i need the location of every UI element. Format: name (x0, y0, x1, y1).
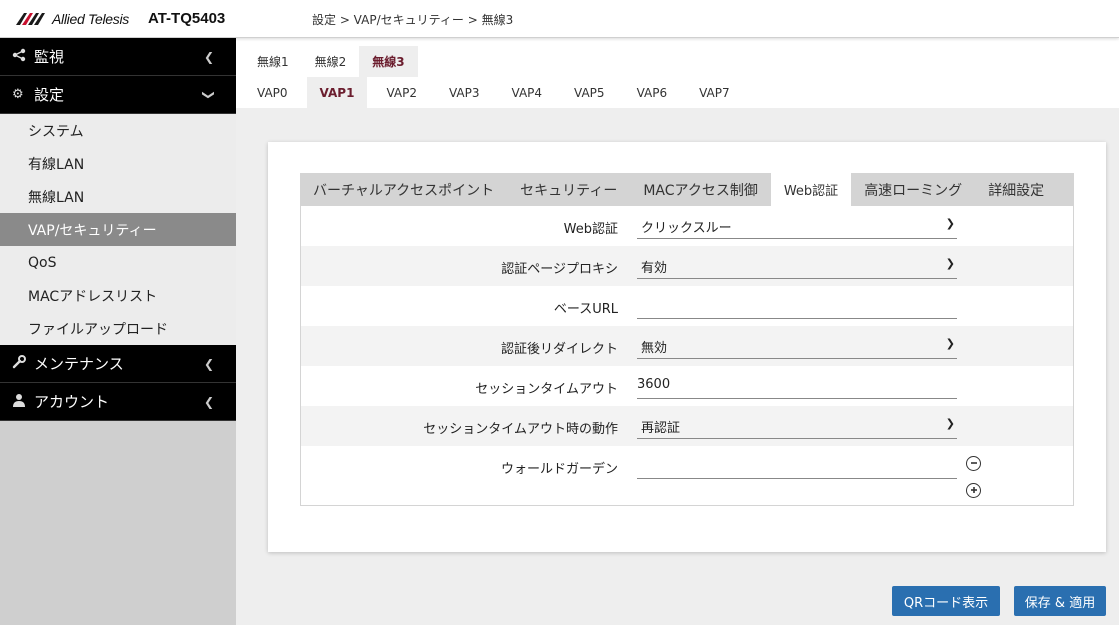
tab-radio2[interactable]: 無線2 (302, 46, 360, 77)
sidebar-group-maintenance[interactable]: メンテナンス ❮ (0, 345, 236, 383)
base-url-input[interactable] (637, 292, 957, 319)
tab-vap5[interactable]: VAP5 (561, 77, 618, 108)
tab-vap3[interactable]: VAP3 (436, 77, 493, 108)
tab-virtual-access-point[interactable]: バーチャルアクセスポイント (300, 173, 507, 206)
sidebar-item-system[interactable]: システム (0, 114, 236, 147)
add-entry-button[interactable] (966, 483, 981, 498)
web-auth-form: Web認証 クリックスルー ❯ 認証ページプロキシ 有効 ❯ ベースURL 認証… (300, 206, 1074, 506)
qr-code-button[interactable]: QRコード表示 (892, 586, 1000, 616)
wrench-icon (12, 354, 30, 373)
proxy-select[interactable]: 有効 ❯ (637, 252, 957, 279)
sidebar-group-settings[interactable]: ⚙ 設定 ❮ (0, 76, 236, 114)
radio-tabs: 無線1 無線2 無線3 (244, 46, 418, 77)
chevron-left-icon: ❮ (203, 357, 214, 371)
walled-garden-input[interactable] (637, 452, 957, 479)
brand-name: Allied Telesis (52, 11, 129, 27)
breadcrumb: 設定 > VAP/セキュリティー > 無線3 (312, 13, 514, 27)
chevron-down-icon: ❯ (945, 417, 955, 430)
form-row-proxy: 認証ページプロキシ 有効 ❯ (301, 246, 1073, 286)
walled-garden-label: ウォールドガーデン (500, 462, 618, 477)
tab-radio1[interactable]: 無線1 (244, 46, 302, 77)
plus-icon (970, 487, 977, 493)
proxy-label: 認証ページプロキシ (501, 262, 618, 277)
sidebar-item-qos[interactable]: QoS (0, 246, 236, 279)
redirect-select[interactable]: 無効 ❯ (637, 332, 957, 359)
save-apply-button[interactable]: 保存 & 適用 (1014, 586, 1106, 616)
form-row-session-timeout: セッションタイムアウト 3600 (301, 366, 1073, 406)
tab-vap1[interactable]: VAP1 (306, 77, 368, 108)
sub-tabs: バーチャルアクセスポイント セキュリティー MACアクセス制御 Web認証 高速… (300, 173, 1074, 206)
minus-icon (970, 462, 977, 464)
chevron-left-icon: ❮ (203, 395, 214, 409)
chevron-down-icon: ❮ (199, 89, 214, 101)
sidebar-group-label: 監視 (34, 48, 65, 66)
form-row-web-auth: Web認証 クリックスルー ❯ (301, 206, 1073, 246)
base-url-label: ベースURL (553, 302, 618, 317)
web-auth-select[interactable]: クリックスルー ❯ (637, 212, 957, 239)
tab-vap2[interactable]: VAP2 (373, 77, 430, 108)
sidebar: 監視 ❮ ⚙ 設定 ❮ システム 有線LAN 無線LAN VAP/セキュリティー… (0, 38, 236, 625)
form-row-timeout-action: セッションタイムアウト時の動作 再認証 ❯ (301, 406, 1073, 446)
redirect-label: 認証後リダイレクト (500, 342, 618, 357)
device-model: AT-TQ5403 (148, 10, 226, 27)
redirect-value: 無効 (641, 341, 668, 356)
timeout-action-value: 再認証 (641, 421, 681, 436)
sidebar-item-vap-security[interactable]: VAP/セキュリティー (0, 213, 236, 246)
vap-tabs: VAP0 VAP1 VAP2 VAP3 VAP4 VAP5 VAP6 VAP7 (244, 77, 749, 108)
chevron-down-icon: ❯ (945, 257, 955, 270)
share-icon (12, 48, 30, 66)
sidebar-item-mac-address-list[interactable]: MACアドレスリスト (0, 279, 236, 312)
web-auth-label: Web認証 (563, 222, 618, 237)
brand-logo-icon (16, 13, 45, 25)
sidebar-item-wireless-lan[interactable]: 無線LAN (0, 180, 236, 213)
chevron-down-icon: ❯ (945, 217, 955, 230)
sidebar-group-monitor[interactable]: 監視 ❮ (0, 38, 236, 76)
settings-card: バーチャルアクセスポイント セキュリティー MACアクセス制御 Web認証 高速… (268, 142, 1106, 552)
chevron-left-icon: ❮ (203, 50, 214, 64)
form-row-walled-garden: ウォールドガーデン (301, 446, 1073, 504)
tab-mac-access-control[interactable]: MACアクセス制御 (630, 173, 771, 206)
form-row-base-url: ベースURL (301, 286, 1073, 326)
tab-vap7[interactable]: VAP7 (686, 77, 743, 108)
sidebar-group-label: アカウント (34, 393, 110, 411)
remove-entry-button[interactable] (966, 456, 981, 471)
gear-icon: ⚙ (12, 87, 24, 102)
chevron-down-icon: ❯ (945, 337, 955, 350)
tab-security[interactable]: セキュリティー (507, 173, 630, 206)
form-row-redirect: 認証後リダイレクト 無効 ❯ (301, 326, 1073, 366)
session-timeout-input[interactable]: 3600 (637, 372, 957, 399)
tab-vap0[interactable]: VAP0 (244, 77, 301, 108)
sidebar-item-file-upload[interactable]: ファイルアップロード (0, 312, 236, 345)
web-auth-value: クリックスルー (641, 221, 732, 236)
top-header: Allied Telesis AT-TQ5403 設定 > VAP/セキュリティ… (0, 0, 1119, 38)
proxy-value: 有効 (641, 261, 668, 276)
tab-advanced-settings[interactable]: 詳細設定 (975, 173, 1057, 206)
sidebar-group-label: 設定 (34, 86, 65, 104)
sidebar-item-wired-lan[interactable]: 有線LAN (0, 147, 236, 180)
tab-web-auth[interactable]: Web認証 (770, 173, 852, 206)
brand-logo: Allied Telesis (16, 11, 129, 27)
tab-vap6[interactable]: VAP6 (624, 77, 681, 108)
tabs-area: 無線1 無線2 無線3 VAP0 VAP1 VAP2 VAP3 VAP4 VAP… (236, 38, 1119, 108)
sidebar-group-account[interactable]: アカウント ❮ (0, 383, 236, 421)
tab-fast-roaming[interactable]: 高速ローミング (851, 173, 975, 206)
user-icon (12, 393, 30, 411)
timeout-action-select[interactable]: 再認証 ❯ (637, 412, 957, 439)
timeout-action-label: セッションタイムアウト時の動作 (423, 422, 618, 437)
tab-vap4[interactable]: VAP4 (499, 77, 556, 108)
sidebar-group-label: メンテナンス (34, 355, 124, 373)
session-timeout-label: セッションタイムアウト (475, 382, 618, 397)
tab-radio3[interactable]: 無線3 (359, 46, 418, 77)
main-content: 無線1 無線2 無線3 VAP0 VAP1 VAP2 VAP3 VAP4 VAP… (236, 38, 1119, 625)
